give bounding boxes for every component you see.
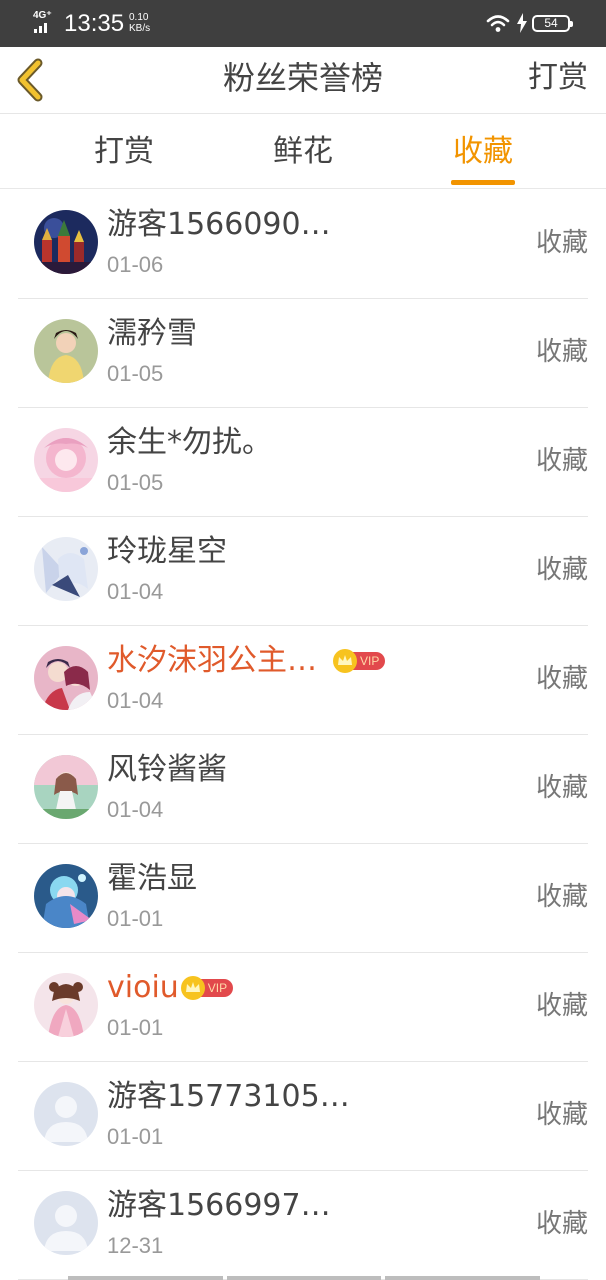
tab-flowers[interactable]: 鲜花: [243, 115, 363, 189]
signal-icon: 4G⁺: [33, 11, 55, 35]
active-tab-indicator: [451, 180, 515, 185]
list-item[interactable]: 玲珑星空 01-04 收藏: [18, 517, 588, 626]
name-line: 游客15773105…: [107, 1078, 350, 1116]
network-type: 4G⁺: [33, 10, 52, 21]
list-item[interactable]: 游客1566997… 12-31 收藏: [18, 1171, 588, 1280]
fan-action-label: 收藏: [535, 664, 588, 694]
scroll-indicator: [68, 1276, 541, 1280]
default-user-icon[interactable]: [34, 1082, 98, 1146]
fan-name[interactable]: 游客1566090…: [107, 206, 331, 244]
tab-reward[interactable]: 打赏: [64, 115, 184, 189]
fan-date: 12-31: [107, 1233, 164, 1258]
name-line: 濡矜雪: [107, 315, 197, 353]
fan-action-label: 收藏: [535, 991, 588, 1021]
list-item[interactable]: vioiu VIP 01-01 收藏: [18, 953, 588, 1062]
avatar[interactable]: [34, 755, 98, 819]
fan-name[interactable]: 风铃酱酱: [107, 751, 227, 789]
status-bar: 4G⁺ 13:35 0.10 KB/s 54: [0, 0, 606, 47]
list-item[interactable]: 风铃酱酱 01-04 收藏: [18, 735, 588, 844]
name-line: vioiu VIP: [107, 969, 234, 1007]
nav-bar: 粉丝荣誉榜 打赏: [0, 47, 606, 114]
fan-name[interactable]: 霍浩显: [107, 860, 197, 898]
fan-name[interactable]: 余生*勿扰。: [107, 424, 272, 462]
page-title: 粉丝荣誉榜: [222, 59, 383, 97]
fan-action-label: 收藏: [535, 882, 588, 912]
fan-name[interactable]: 游客1566997…: [107, 1187, 331, 1225]
fan-name[interactable]: vioiu: [107, 969, 179, 1007]
fan-name[interactable]: 玲珑星空: [107, 533, 227, 571]
reward-button[interactable]: 打赏: [528, 47, 588, 109]
tab-bar: 打赏 鲜花 收藏: [0, 115, 606, 189]
fan-date: 01-04: [107, 688, 164, 713]
name-line: 游客1566090…: [107, 206, 331, 244]
list-item[interactable]: 水汐沫羽公主… VIP 01-04 收藏: [18, 626, 588, 735]
fan-name[interactable]: 水汐沫羽公主…: [107, 642, 317, 680]
name-line: 玲珑星空: [107, 533, 227, 571]
fan-list: 游客1566090… 01-06 收藏 濡矜雪 01-05 收藏 余生*勿扰。 01-05 收藏…: [0, 190, 606, 1280]
list-item[interactable]: 余生*勿扰。 01-05 收藏: [18, 408, 588, 517]
crown-icon: [333, 649, 357, 673]
fan-action-label: 收藏: [535, 1100, 588, 1130]
name-line: 游客1566997…: [107, 1187, 331, 1225]
wifi-icon: [486, 15, 510, 32]
name-line: 风铃酱酱: [107, 751, 227, 789]
network-speed: 0.10 KB/s: [129, 12, 151, 34]
vip-badge: VIP: [180, 976, 234, 1000]
fan-action-label: 收藏: [535, 1209, 588, 1239]
avatar[interactable]: [34, 973, 98, 1037]
fan-name[interactable]: 游客15773105…: [107, 1078, 350, 1116]
fan-date: 01-01: [107, 1124, 164, 1149]
crown-icon: [180, 976, 205, 1000]
name-line: 水汐沫羽公主… VIP: [107, 642, 386, 680]
battery-level: 54: [544, 16, 558, 30]
name-line: 余生*勿扰。: [107, 424, 272, 462]
avatar[interactable]: [34, 319, 98, 383]
list-item[interactable]: 濡矜雪 01-05 收藏: [18, 299, 588, 408]
vip-badge: VIP: [333, 649, 386, 673]
avatar[interactable]: [34, 210, 98, 274]
list-item[interactable]: 霍浩显 01-01 收藏: [18, 844, 588, 953]
fan-date: 01-01: [107, 1015, 164, 1040]
avatar[interactable]: [34, 428, 98, 492]
fan-date: 01-05: [107, 470, 164, 495]
fan-date: 01-01: [107, 906, 164, 931]
default-user-icon[interactable]: [34, 1191, 98, 1255]
fan-action-label: 收藏: [535, 773, 588, 803]
fan-date: 01-04: [107, 797, 164, 822]
battery-icon: 54: [532, 15, 573, 32]
avatar[interactable]: [34, 646, 98, 710]
fan-date: 01-06: [107, 252, 164, 277]
fan-action-label: 收藏: [535, 555, 588, 585]
tab-favorites[interactable]: 收藏: [423, 115, 543, 189]
fan-action-label: 收藏: [535, 228, 588, 258]
name-line: 霍浩显: [107, 860, 197, 898]
fan-date: 01-04: [107, 579, 164, 604]
fan-action-label: 收藏: [535, 337, 588, 367]
avatar[interactable]: [34, 537, 98, 601]
fan-name[interactable]: 濡矜雪: [107, 315, 197, 353]
list-item[interactable]: 游客15773105… 01-01 收藏: [18, 1062, 588, 1171]
clock: 13:35: [64, 10, 125, 37]
charging-icon: [517, 13, 527, 33]
avatar[interactable]: [34, 864, 98, 928]
fan-date: 01-05: [107, 361, 164, 386]
fan-action-label: 收藏: [535, 446, 588, 476]
list-item[interactable]: 游客1566090… 01-06 收藏: [18, 190, 588, 299]
